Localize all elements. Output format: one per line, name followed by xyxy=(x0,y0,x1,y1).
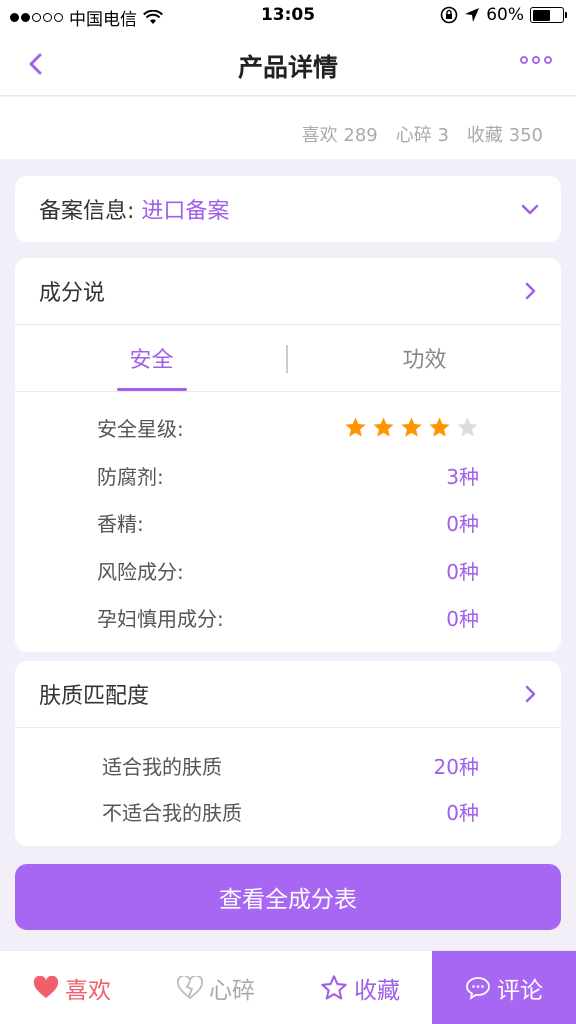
fragrance-value: 0种 xyxy=(446,512,479,537)
record-info-card: 备案信息: 进口备案 xyxy=(15,176,561,242)
battery-icon xyxy=(530,7,567,23)
star-filled-icon xyxy=(429,417,450,437)
status-bar: 中国电信 13:05 60% xyxy=(0,0,576,32)
skin-match-header[interactable]: 肤质匹配度 xyxy=(15,661,561,727)
suitable-skin-label: 适合我的肤质 xyxy=(102,754,222,779)
star-filled-icon xyxy=(345,417,366,437)
suitable-skin-value: 20种 xyxy=(433,754,479,779)
favorite-label: 收藏 xyxy=(354,977,400,1004)
battery-percent: 60% xyxy=(486,5,524,25)
tab-efficacy[interactable]: 功效 xyxy=(288,325,561,391)
pregnancy-caution-label: 孕妇慎用成分: xyxy=(97,607,224,632)
ingredients-header[interactable]: 成分说 xyxy=(15,258,561,324)
heartbreak-button[interactable]: 心碎 xyxy=(144,951,288,1024)
fragrance-label: 香精: xyxy=(97,512,144,537)
tab-safety[interactable]: 安全 xyxy=(15,325,288,391)
like-label: 喜欢 xyxy=(65,977,111,1004)
comment-button[interactable]: 评论 xyxy=(432,951,576,1024)
bottom-action-bar: 喜欢 心碎 收藏 评论 xyxy=(0,950,576,1024)
list-item: 香精: 0种 xyxy=(15,499,561,547)
navigation-bar: 产品详情 xyxy=(0,32,576,96)
ingredients-title: 成分说 xyxy=(39,281,106,306)
star-outline-icon xyxy=(321,974,347,1000)
rotation-lock-icon xyxy=(440,6,458,24)
list-item: 防腐剂: 3种 xyxy=(15,452,561,500)
heartbreak-count: 心碎 3 xyxy=(395,125,449,146)
ingredient-tabs: 安全 功效 xyxy=(15,325,561,391)
safety-list: 安全星级: 防腐剂: 3种 香精: 0种 风险成分: 0种 孕妇慎用成分: 0种 xyxy=(15,392,561,652)
chevron-down-icon xyxy=(521,204,539,215)
risk-ingredient-value: 0种 xyxy=(446,559,479,584)
status-right: 60% xyxy=(440,5,567,25)
view-full-ingredients-button[interactable]: 查看全成分表 xyxy=(15,864,561,930)
star-filled-icon xyxy=(373,417,394,437)
broken-heart-icon xyxy=(177,975,203,999)
record-info-header[interactable]: 备案信息: 进口备案 xyxy=(15,176,561,242)
list-item: 风险成分: 0种 xyxy=(15,547,561,595)
safety-rating-label: 安全星级: xyxy=(97,417,184,442)
star-empty-icon xyxy=(457,417,478,437)
product-stats: 喜欢 289 心碎 3 收藏 350 xyxy=(0,97,576,159)
page-title: 产品详情 xyxy=(237,53,338,82)
skin-match-list: 适合我的肤质 20种 不适合我的肤质 0种 xyxy=(15,728,561,846)
preservative-value: 3种 xyxy=(446,464,479,489)
chevron-right-icon xyxy=(525,685,536,703)
risk-ingredient-label: 风险成分: xyxy=(97,559,184,584)
list-item: 孕妇慎用成分: 0种 xyxy=(15,594,561,642)
favorite-button[interactable]: 收藏 xyxy=(288,951,432,1024)
unsuitable-skin-value: 0种 xyxy=(446,800,479,825)
preservative-label: 防腐剂: xyxy=(97,464,164,489)
list-item: 适合我的肤质 20种 xyxy=(15,742,561,788)
heartbreak-label: 心碎 xyxy=(209,977,255,1004)
location-arrow-icon xyxy=(465,8,480,22)
list-item: 不适合我的肤质 0种 xyxy=(15,788,561,834)
chevron-right-icon xyxy=(525,282,536,300)
record-info-value: 进口备案 xyxy=(141,199,230,224)
comment-label: 评论 xyxy=(497,977,543,1004)
like-button[interactable]: 喜欢 xyxy=(0,951,144,1024)
skin-match-card: 肤质匹配度 适合我的肤质 20种 不适合我的肤质 0种 xyxy=(15,661,561,846)
star-rating xyxy=(344,416,479,439)
like-count: 喜欢 289 xyxy=(301,125,378,146)
comment-bubble-icon xyxy=(466,976,490,1000)
record-info-label: 备案信息: xyxy=(39,199,135,224)
star-filled-icon xyxy=(401,417,422,437)
more-icon[interactable] xyxy=(520,56,552,64)
unsuitable-skin-label: 不适合我的肤质 xyxy=(102,800,242,825)
pregnancy-caution-value: 0种 xyxy=(446,607,479,632)
heart-icon xyxy=(33,975,59,998)
safety-rating-row: 安全星级: xyxy=(15,404,561,452)
favorite-count: 收藏 350 xyxy=(466,125,543,146)
skin-match-title: 肤质匹配度 xyxy=(39,684,150,709)
ingredients-card: 成分说 安全 功效 安全星级: 防腐剂: 3种 香精: 0种 风险成分: 0种 … xyxy=(15,258,561,652)
